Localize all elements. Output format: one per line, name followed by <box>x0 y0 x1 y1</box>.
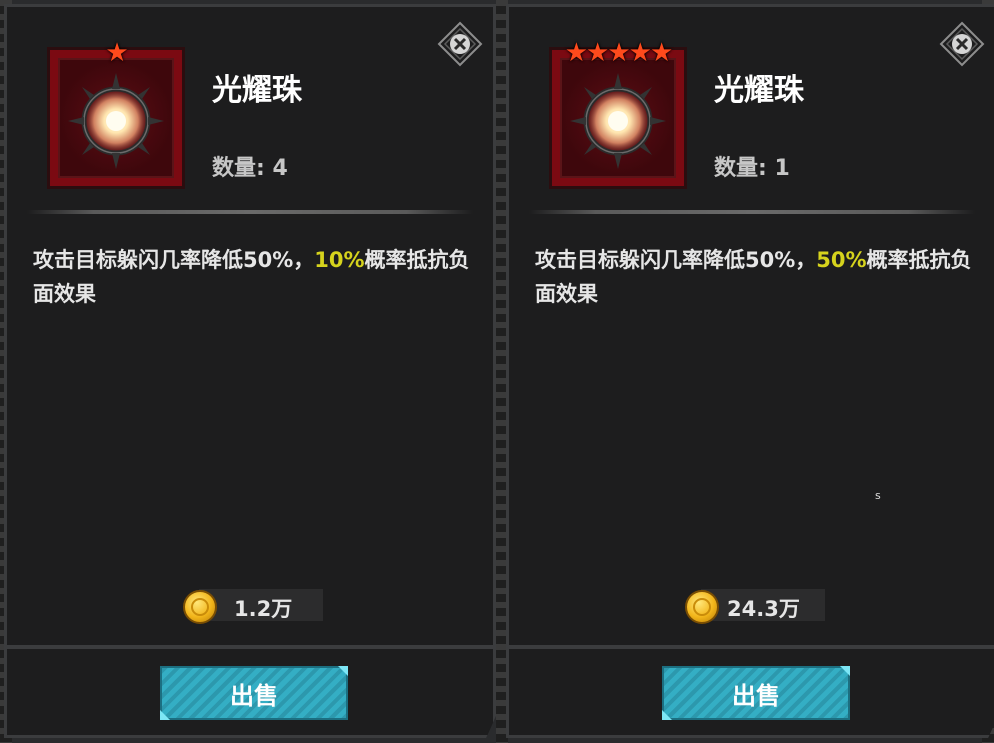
close-x-icon <box>939 21 985 67</box>
item-detail-card-left: ★ 光耀珠 数量: 4 攻击目标躲闪几率降低50%，10%概率抵抗负面效果 1.… <box>4 4 496 738</box>
sell-button[interactable]: 出售 <box>662 666 850 720</box>
description-highlight: 10% <box>314 248 365 272</box>
item-icon-frame: ★★★★★ <box>549 40 687 189</box>
sell-button-label: 出售 <box>230 681 278 710</box>
item-quantity: 数量: 1 <box>714 156 790 181</box>
description-highlight: 50% <box>816 248 867 272</box>
rarity-stars: ★★★★★ <box>564 38 674 68</box>
rarity-stars: ★ <box>105 38 128 68</box>
close-x-icon <box>437 21 483 67</box>
item-name: 光耀珠 <box>212 73 302 108</box>
sell-button-label: 出售 <box>732 681 780 710</box>
item-detail-card-right: ★★★★★ 光耀珠 数量: 1 攻击目标躲闪几率降低50%，50%概率抵抗负面效… <box>506 4 994 738</box>
item-icon-frame: ★ <box>47 40 185 189</box>
description-text: 攻击目标躲闪几率降低50%， <box>33 248 315 272</box>
description-text: 攻击目标躲闪几率降低50%， <box>535 248 817 272</box>
item-description: 攻击目标躲闪几率降低50%，10%概率抵抗负面效果 <box>33 243 483 311</box>
close-button[interactable] <box>437 21 483 67</box>
item-description: 攻击目标躲闪几率降低50%，50%概率抵抗负面效果 <box>535 243 985 311</box>
gold-coin-icon <box>183 590 217 624</box>
price-value: 1.2万 <box>234 597 293 621</box>
footer-divider <box>7 645 493 649</box>
price-value: 24.3万 <box>727 597 800 621</box>
close-button[interactable] <box>939 21 985 67</box>
item-name: 光耀珠 <box>714 73 804 108</box>
cursor-marker: s <box>875 489 881 502</box>
item-quantity: 数量: 4 <box>212 156 288 181</box>
header-divider <box>529 210 975 214</box>
radiant-orb-icon <box>66 71 166 175</box>
sell-button[interactable]: 出售 <box>160 666 348 720</box>
header-divider <box>27 210 473 214</box>
footer-divider <box>509 645 994 649</box>
gold-coin-icon <box>685 590 719 624</box>
radiant-orb-icon <box>568 71 668 175</box>
